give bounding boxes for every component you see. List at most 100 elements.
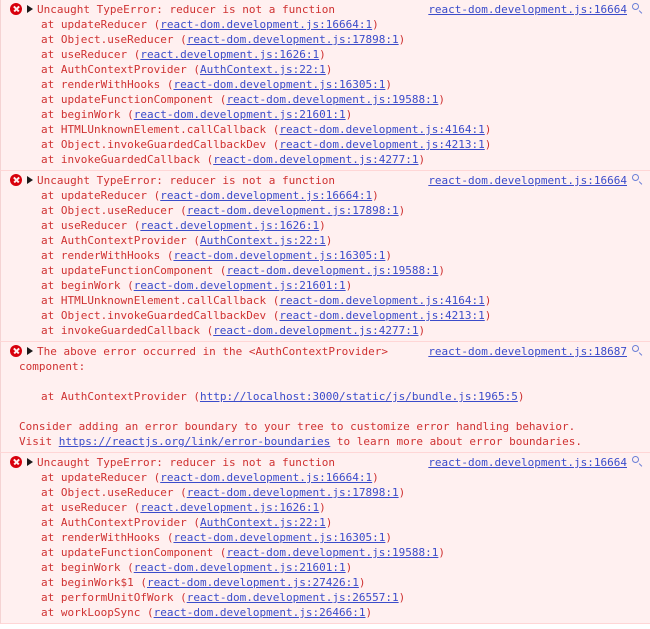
stack-frame-paren: ) [398,204,406,217]
stack-frame-location-link[interactable]: react-dom.development.js:16305:1 [173,249,385,262]
source-location-link[interactable]: react-dom.development.js:16664 [428,2,627,17]
stack-frame-location-link[interactable]: react-dom.development.js:4213:1 [279,309,484,322]
stack-frame-location-link[interactable]: react-dom.development.js:4164:1 [279,294,484,307]
stack-frame: at renderWithHooks (react-dom.developmen… [10,77,644,92]
stack-frame-paren: ) [325,63,333,76]
stack-frame-location-link[interactable]: AuthContext.js:22:1 [200,234,326,247]
stack-frame-paren: ) [418,153,426,166]
stack-frame-paren: ) [484,309,492,322]
stack-frame-paren: ) [418,324,426,337]
stack-frame-location-link[interactable]: react-dom.development.js:17898:1 [187,486,399,499]
stack-frame-function: at performUnitOfWork ( [41,591,187,604]
stack-frame-location-link[interactable]: react-dom.development.js:4277:1 [213,324,418,337]
error-group: The above error occurred in the <AuthCon… [0,341,650,453]
stack-frame: at AuthContextProvider (AuthContext.js:2… [10,62,644,77]
stack-frame-location-link[interactable]: react-dom.development.js:21601:1 [134,561,346,574]
disclosure-triangle-icon[interactable] [27,5,33,13]
error-circle-icon [10,174,22,186]
error-boundaries-doc-link[interactable]: https://reactjs.org/link/error-boundarie… [59,435,331,448]
stack-frame-function: at renderWithHooks ( [41,78,174,91]
stack-frame-paren: ) [517,390,525,403]
stack-frame-function: at HTMLUnknownElement.callCallback ( [41,294,280,307]
error-circle-icon [10,3,22,15]
stack-frame-location-link[interactable]: react-dom.development.js:17898:1 [187,33,399,46]
stack-frame-location-link[interactable]: react.development.js:1626:1 [140,48,319,61]
stack-frame-function: at updateFunctionComponent ( [41,546,227,559]
source-location-link[interactable]: react-dom.development.js:16664 [428,173,627,188]
stack-frame: at invokeGuardedCallback (react-dom.deve… [10,152,644,167]
stack-frame-function: at updateFunctionComponent ( [41,93,227,106]
stack-frame: at beginWork (react-dom.development.js:2… [10,278,644,293]
source-location-link[interactable]: react-dom.development.js:16664 [428,455,627,470]
stack-frame-location-link[interactable]: react-dom.development.js:27426:1 [147,576,359,589]
stack-frame-function: at Object.invokeGuardedCallbackDev ( [41,138,280,151]
stack-frame-location-link[interactable]: react-dom.development.js:19588:1 [226,546,438,559]
stack-frame-function: at updateFunctionComponent ( [41,264,227,277]
stack-frame-location-link[interactable]: react.development.js:1626:1 [140,501,319,514]
stack-frame-location-link[interactable]: react-dom.development.js:19588:1 [226,93,438,106]
stack-frame-paren: ) [345,561,353,574]
stack-frame-function: at beginWork$1 ( [41,576,147,589]
stack-frame-location-link[interactable]: react-dom.development.js:4277:1 [213,153,418,166]
source-location-link[interactable]: react-dom.development.js:18687 [428,344,627,359]
console-error-log: Uncaught TypeError: reducer is not a fun… [0,0,650,629]
stack-frame-location-link[interactable]: react.development.js:1626:1 [140,219,319,232]
magnifier-icon[interactable] [632,456,644,468]
stack-frame-location-link[interactable]: react-dom.development.js:16664:1 [160,471,372,484]
stack-frame: at beginWork (react-dom.development.js:2… [10,560,644,575]
stack-frame-location-link[interactable]: react-dom.development.js:4213:1 [279,138,484,151]
disclosure-triangle-icon[interactable] [27,176,33,184]
stack-frame-paren: ) [319,48,326,61]
stack-frame: at AuthContextProvider (http://localhost… [10,389,644,404]
stack-frame-paren: ) [484,138,492,151]
stack-frame: at Object.invokeGuardedCallbackDev (reac… [10,308,644,323]
stack-frame-location-link[interactable]: http://localhost:3000/static/js/bundle.j… [200,390,518,403]
stack-trace: at updateReducer (react-dom.development.… [1,188,650,338]
stack-frame-location-link[interactable]: react-dom.development.js:16664:1 [160,18,372,31]
stack-frame-paren: ) [438,264,445,277]
stack-frame-function: at AuthContextProvider ( [41,390,200,403]
disclosure-triangle-icon[interactable] [27,347,33,355]
stack-frame: at AuthContextProvider (AuthContext.js:2… [10,515,644,530]
stack-frame: at useReducer (react.development.js:1626… [10,47,644,62]
stack-frame-location-link[interactable]: react-dom.development.js:17898:1 [187,204,399,217]
stack-frame-location-link[interactable]: react-dom.development.js:4164:1 [279,123,484,136]
stack-frame-location-link[interactable]: react-dom.development.js:21601:1 [134,108,346,121]
stack-frame-function: at HTMLUnknownElement.callCallback ( [41,123,280,136]
stack-frame-function: at AuthContextProvider ( [41,63,200,76]
stack-frame-function: at beginWork ( [41,561,134,574]
stack-frame-paren: ) [484,123,492,136]
magnifier-icon[interactable] [632,174,644,186]
stack-frame-paren: ) [438,546,445,559]
stack-frame-location-link[interactable]: react-dom.development.js:16664:1 [160,189,372,202]
stack-frame-function: at useReducer ( [41,219,141,232]
stack-frame: at updateReducer (react-dom.development.… [10,188,644,203]
stack-frame-paren: ) [325,234,333,247]
advice-text-before: Consider adding an error boundary to you… [19,420,576,433]
stack-frame: at renderWithHooks (react-dom.developmen… [10,530,644,545]
magnifier-icon[interactable] [632,345,644,357]
stack-frame-paren: ) [345,108,353,121]
stack-frame: at renderWithHooks (react-dom.developmen… [10,248,644,263]
error-circle-icon [10,456,22,468]
error-header: Uncaught TypeError: reducer is not a fun… [1,455,650,470]
disclosure-triangle-icon[interactable] [27,458,33,466]
stack-frame-location-link[interactable]: react-dom.development.js:16305:1 [173,78,385,91]
stack-frame-location-link[interactable]: react-dom.development.js:16305:1 [173,531,385,544]
message-continuation: component: [19,360,86,373]
magnifier-icon[interactable] [632,3,644,15]
stack-frame-paren: ) [345,279,353,292]
error-header: The above error occurred in the <AuthCon… [1,344,650,359]
stack-frame-location-link[interactable]: react-dom.development.js:26557:1 [187,591,399,604]
stack-frame-location-link[interactable]: react-dom.development.js:26466:1 [154,606,366,619]
stack-frame-paren: ) [385,78,392,91]
stack-frame: at beginWork$1 (react-dom.development.js… [10,575,644,590]
stack-frame-location-link[interactable]: AuthContext.js:22:1 [200,516,326,529]
error-header: Uncaught TypeError: reducer is not a fun… [1,2,650,17]
stack-frame-location-link[interactable]: react-dom.development.js:21601:1 [134,279,346,292]
stack-frame-paren: ) [325,516,333,529]
stack-frame: at updateReducer (react-dom.development.… [10,17,644,32]
stack-frame-location-link[interactable]: AuthContext.js:22:1 [200,63,326,76]
stack-frame-location-link[interactable]: react-dom.development.js:19588:1 [226,264,438,277]
